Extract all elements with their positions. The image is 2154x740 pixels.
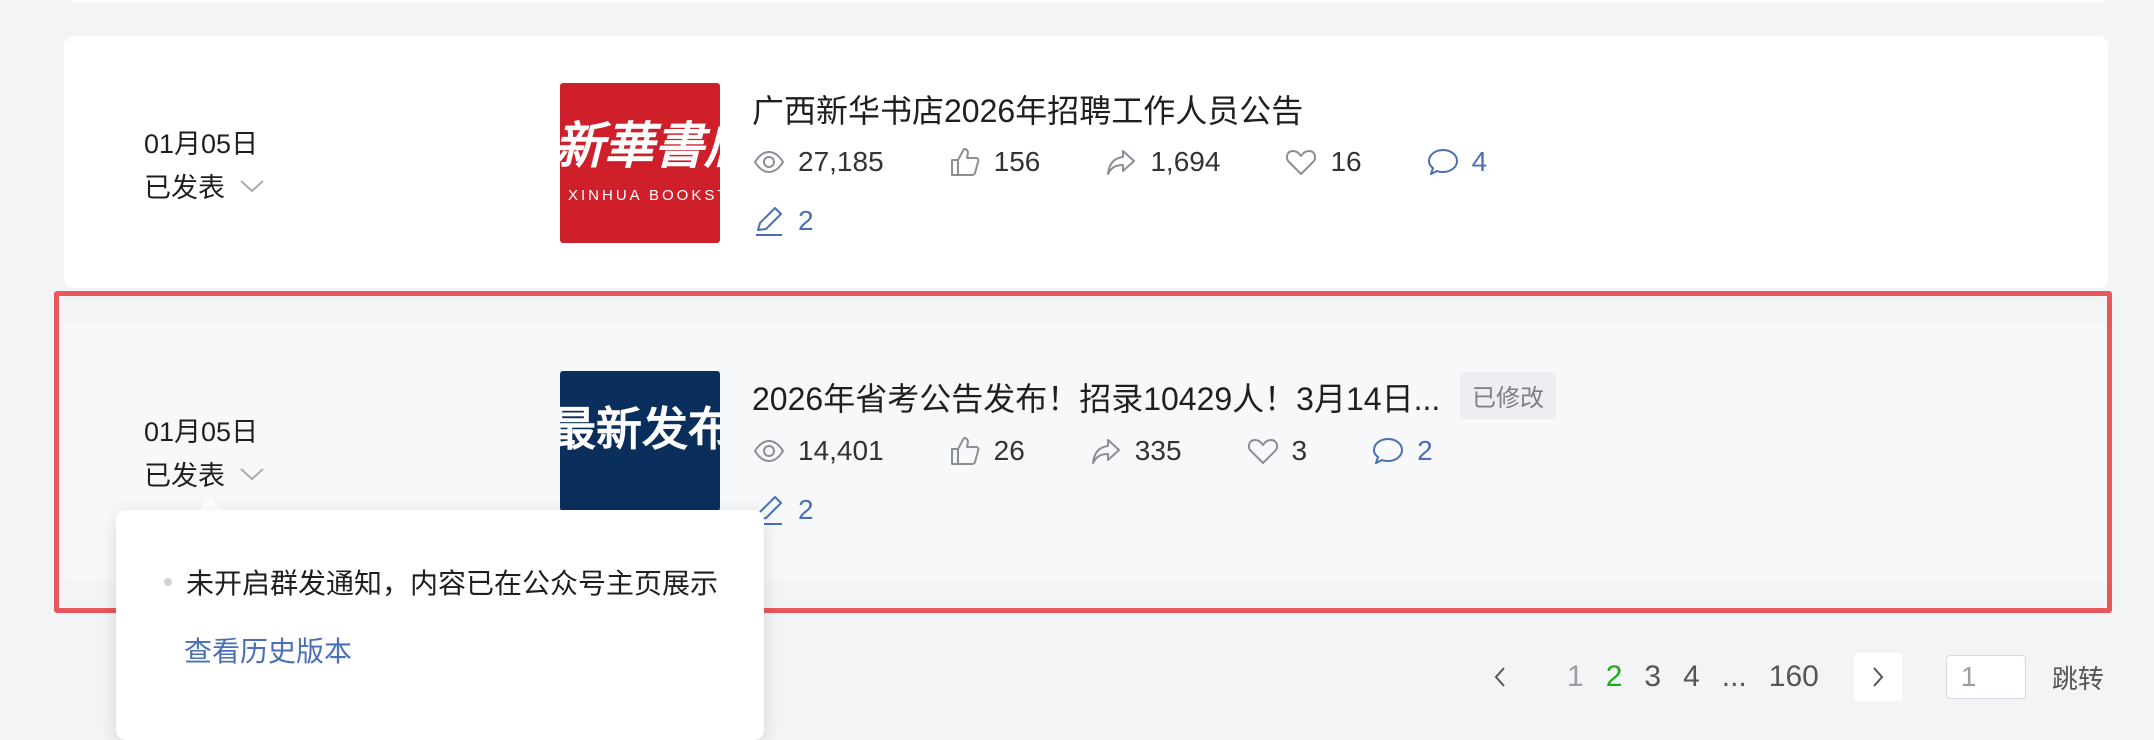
likes-stat: 156 <box>948 145 1041 179</box>
article-thumbnail[interactable]: 新華書店 XINHUA BOOKSTORE <box>560 83 720 243</box>
chevron-down-icon <box>240 179 264 192</box>
edits-stat[interactable]: 2 <box>752 204 814 238</box>
page-1[interactable]: 1 <box>1567 660 1584 694</box>
heart-icon <box>1286 150 1317 175</box>
thumbs-up-icon <box>950 148 980 176</box>
popup-note: 未开启群发通知，内容已在公众号主页展示 <box>164 562 718 602</box>
views-count: 27,185 <box>798 146 884 177</box>
eye-icon <box>753 150 785 174</box>
article-stats: 27,185 156 1,694 16 4 <box>752 145 1551 179</box>
previous-card-edge <box>64 0 2108 2</box>
comments-count: 4 <box>1471 146 1488 177</box>
status-label: 已发表 <box>144 173 225 203</box>
comments-stat[interactable]: 4 <box>1426 145 1488 179</box>
popup-note-text: 未开启群发通知，内容已在公众号主页展示 <box>186 568 719 599</box>
favorites-stat: 16 <box>1284 145 1362 179</box>
share-icon <box>1107 150 1136 175</box>
page-3[interactable]: 3 <box>1644 660 1661 694</box>
jump-button[interactable]: 跳转 <box>2052 659 2104 696</box>
edit-stats: 2 <box>752 204 878 238</box>
page-2[interactable]: 2 <box>1606 660 1623 694</box>
page-4[interactable]: 4 <box>1683 660 1700 694</box>
article-date: 01月05日 <box>144 129 259 159</box>
favorites-count: 16 <box>1330 146 1362 177</box>
article-title[interactable]: 广西新华书店2026年招聘工作人员公告 <box>752 86 1303 132</box>
thumb-logo-text: 新華書店 <box>560 116 720 175</box>
page-160[interactable]: 160 <box>1769 660 1819 694</box>
chevron-left-icon <box>1494 667 1505 687</box>
next-page-button[interactable] <box>1853 653 1902 701</box>
shares-count: 1,694 <box>1150 146 1221 177</box>
bullet-dot <box>164 578 172 586</box>
page-ellipsis: ... <box>1721 660 1747 693</box>
chevron-right-icon <box>1873 667 1884 687</box>
likes-count: 156 <box>993 146 1041 177</box>
view-history-link[interactable]: 查看历史版本 <box>184 630 352 670</box>
page-jump-input[interactable] <box>1945 655 2026 699</box>
shares-stat: 1,694 <box>1104 145 1220 179</box>
edits-count: 2 <box>798 205 814 236</box>
thumb-logo-subtext: XINHUA BOOKSTORE <box>568 187 720 204</box>
status-popup: 未开启群发通知，内容已在公众号主页展示 查看历史版本 <box>116 510 764 740</box>
views-stat: 27,185 <box>752 145 884 179</box>
status-dropdown[interactable]: 已发表 <box>144 166 265 205</box>
pencil-icon <box>756 207 782 236</box>
prev-page-button[interactable] <box>1476 653 1524 701</box>
pagination: 1 2 3 4 ... 160 跳转 <box>1476 652 2104 702</box>
comment-icon <box>1427 149 1458 175</box>
